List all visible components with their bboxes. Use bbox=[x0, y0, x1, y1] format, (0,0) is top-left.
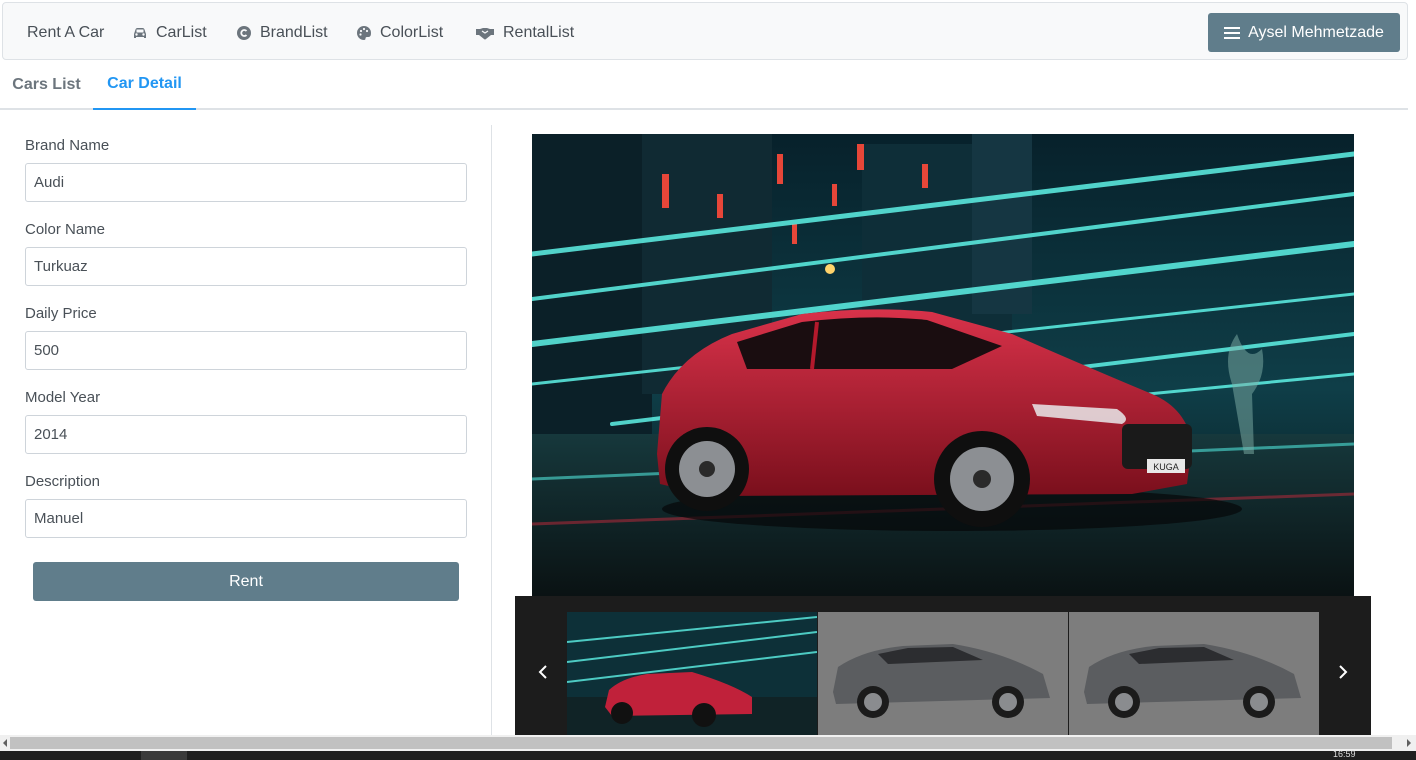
palette-icon bbox=[357, 26, 371, 40]
license-plate: KUGA bbox=[1153, 462, 1179, 472]
scrollbar-thumb[interactable] bbox=[10, 737, 1392, 749]
brand-name-label: Brand Name bbox=[25, 137, 110, 154]
tab-bar: Cars List Car Detail bbox=[0, 60, 1408, 110]
user-name: Aysel Mehmetzade bbox=[1248, 23, 1384, 41]
menu-item-rent-a-car[interactable]: Rent A Car bbox=[27, 22, 104, 44]
menu-item-label: BrandList bbox=[260, 24, 328, 41]
scroll-left-icon[interactable] bbox=[1, 738, 9, 748]
tab-label: Cars List bbox=[12, 76, 81, 93]
thumbnail-grey-suv-2[interactable] bbox=[1069, 612, 1319, 735]
main-car-image: KUGA bbox=[532, 134, 1354, 596]
daily-price-label: Daily Price bbox=[25, 305, 97, 322]
menu-item-carlist[interactable]: CarList bbox=[132, 22, 207, 44]
os-taskbar: 16:59 bbox=[0, 749, 1416, 760]
model-year-label: Model Year bbox=[25, 389, 101, 406]
menu-item-rentallist[interactable]: RentalList bbox=[475, 22, 574, 44]
horizontal-scrollbar[interactable] bbox=[0, 735, 1416, 751]
tab-label: Car Detail bbox=[107, 75, 182, 92]
daily-price-field[interactable] bbox=[25, 331, 467, 370]
thumbnail-grey-suv-1[interactable] bbox=[818, 612, 1068, 735]
hamburger-icon bbox=[1224, 26, 1241, 39]
car-icon bbox=[134, 28, 146, 38]
tab-cars-list[interactable]: Cars List bbox=[0, 60, 93, 110]
model-year-field[interactable] bbox=[25, 415, 467, 454]
taskbar-button[interactable] bbox=[141, 751, 187, 760]
handshake-icon bbox=[476, 28, 494, 40]
taskbar-clock: 16:59 bbox=[1333, 749, 1356, 759]
copyright-icon bbox=[237, 26, 251, 40]
rent-button[interactable]: Rent bbox=[33, 562, 459, 601]
brand-name-field[interactable] bbox=[25, 163, 467, 202]
menu-item-label: RentalList bbox=[503, 24, 575, 41]
scroll-right-icon[interactable] bbox=[1405, 738, 1413, 748]
thumbnail-red-suv[interactable] bbox=[567, 612, 817, 735]
description-label: Description bbox=[25, 473, 101, 490]
prev-thumbnail-button[interactable] bbox=[533, 662, 553, 682]
chevron-left-icon bbox=[538, 665, 547, 679]
description-field[interactable] bbox=[25, 499, 467, 538]
menu-item-label: Rent A Car bbox=[27, 24, 105, 41]
next-thumbnail-button[interactable] bbox=[1333, 662, 1353, 682]
column-divider bbox=[491, 125, 492, 735]
menu-item-colorlist[interactable]: ColorList bbox=[356, 22, 443, 44]
color-name-label: Color Name bbox=[25, 221, 106, 238]
top-menubar: Rent A Car CarList BrandList ColorList R… bbox=[2, 2, 1408, 60]
menu-item-brandlist[interactable]: BrandList bbox=[236, 22, 328, 44]
menu-item-label: ColorList bbox=[380, 24, 444, 41]
tab-car-detail[interactable]: Car Detail bbox=[93, 60, 196, 110]
thumbnail-strip bbox=[515, 596, 1371, 735]
user-menu-button[interactable]: Aysel Mehmetzade bbox=[1208, 13, 1400, 52]
menu-item-label: CarList bbox=[156, 24, 207, 41]
color-name-field[interactable] bbox=[25, 247, 467, 286]
chevron-right-icon bbox=[1339, 665, 1348, 679]
